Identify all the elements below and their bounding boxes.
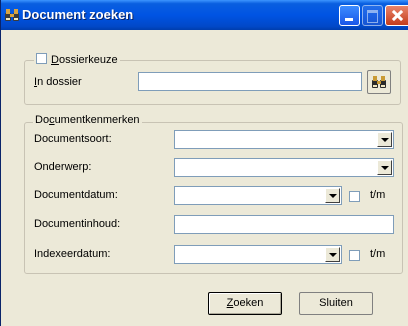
indexeerdatum-label: Indexeerdatum: xyxy=(34,248,111,260)
maximize-button xyxy=(362,5,383,26)
documentsoort-combo[interactable] xyxy=(174,130,394,149)
title-bar[interactable]: Document zoeken xyxy=(1,0,408,30)
chevron-down-icon[interactable] xyxy=(325,188,340,203)
window-title: Document zoeken xyxy=(22,7,134,22)
documentdatum-tm-checkbox[interactable] xyxy=(349,191,360,202)
in-dossier-label: In dossier xyxy=(34,76,82,88)
indexeerdatum-tm-checkbox[interactable] xyxy=(349,250,360,261)
documentdatum-tm-label: t/m xyxy=(370,189,386,201)
binoculars-icon xyxy=(372,76,386,88)
binoculars-icon xyxy=(5,9,19,21)
close-window-button[interactable] xyxy=(385,5,408,26)
onderwerp-combo[interactable] xyxy=(174,158,394,177)
documentdatum-combo[interactable] xyxy=(174,186,342,205)
browse-dossier-button[interactable] xyxy=(367,70,391,94)
documentkenmerken-legend: Documentkenmerken xyxy=(33,114,142,126)
dossier-checkbox-row[interactable]: Dossierkeuze xyxy=(34,53,120,66)
chevron-down-icon[interactable] xyxy=(377,132,392,147)
onderwerp-label: Onderwerp: xyxy=(34,161,92,173)
dossierkeuze-label: Dossierkeuze xyxy=(51,54,118,66)
chevron-down-icon[interactable] xyxy=(325,247,340,262)
close-button[interactable]: Sluiten xyxy=(299,292,373,315)
chevron-down-icon[interactable] xyxy=(377,160,392,175)
dossierkeuze-checkbox[interactable] xyxy=(36,53,47,64)
search-button[interactable]: Zoeken xyxy=(208,292,282,315)
minimize-button[interactable] xyxy=(339,5,360,26)
in-dossier-input[interactable] xyxy=(138,72,362,91)
dialog-window: Document zoeken Dossierkeuze In dossier … xyxy=(0,0,408,326)
documentdatum-label: Documentdatum: xyxy=(34,189,118,201)
documentinhoud-input[interactable] xyxy=(174,215,394,234)
indexeerdatum-tm-label: t/m xyxy=(370,248,386,260)
documentsoort-label: Documentsoort: xyxy=(34,133,112,145)
indexeerdatum-combo[interactable] xyxy=(174,245,342,264)
documentinhoud-label: Documentinhoud: xyxy=(34,218,121,230)
